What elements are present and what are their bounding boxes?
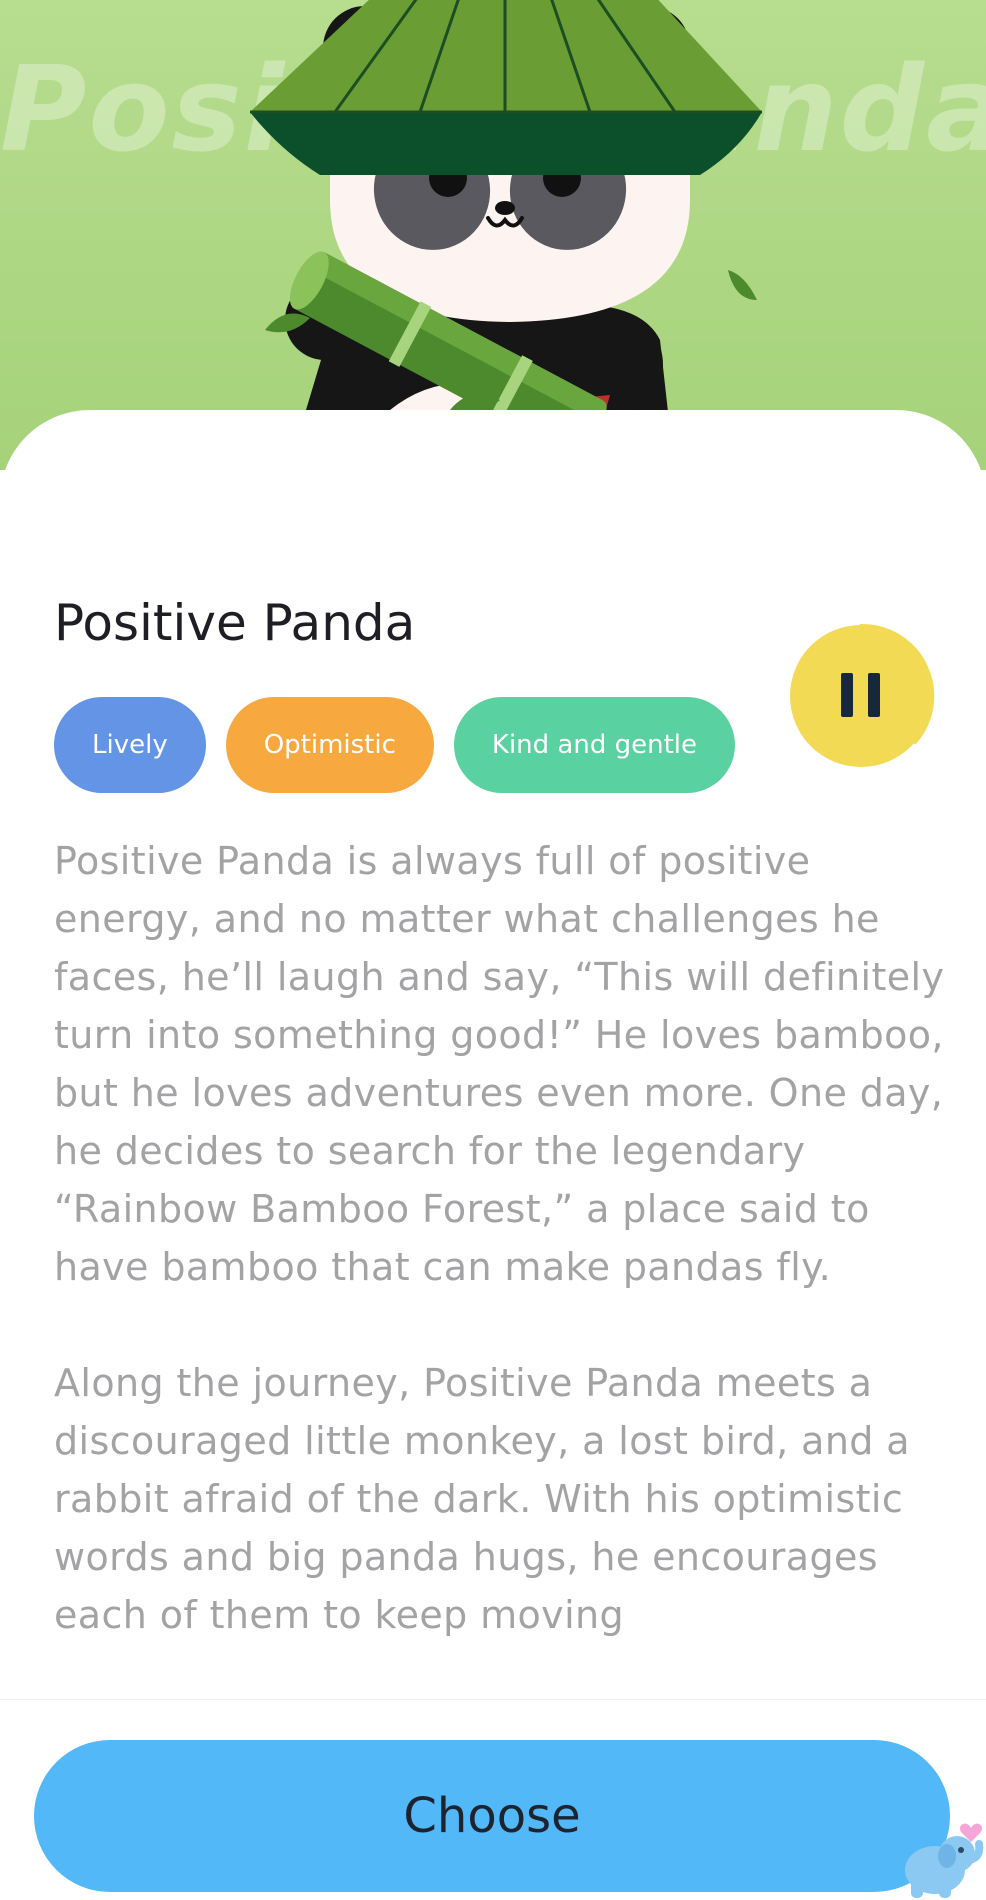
story-text[interactable]: Positive Panda is always full of positiv… [54,832,954,1698]
story-paragraph-1: Positive Panda is always full of positiv… [54,839,945,1289]
tag-optimistic: Optimistic [225,697,434,793]
panda-illustration [250,0,762,457]
tag-kind-and-gentle: Kind and gentle [453,697,735,793]
story-paragraph-2: Along the journey, Positive Panda meets … [54,1361,910,1637]
tag-lively: Lively [54,697,206,793]
character-detail-screen: Positive Panda [0,0,986,1900]
hero-banner: Positive Panda [0,0,986,470]
footer-divider [0,1699,986,1700]
choose-button[interactable]: Choose [34,1740,950,1892]
character-name: Positive Panda [54,594,416,652]
pause-button[interactable] [790,625,932,767]
trait-tags: Lively Optimistic Kind and gentle [54,697,735,793]
elephant-heart-icon [905,1823,984,1898]
